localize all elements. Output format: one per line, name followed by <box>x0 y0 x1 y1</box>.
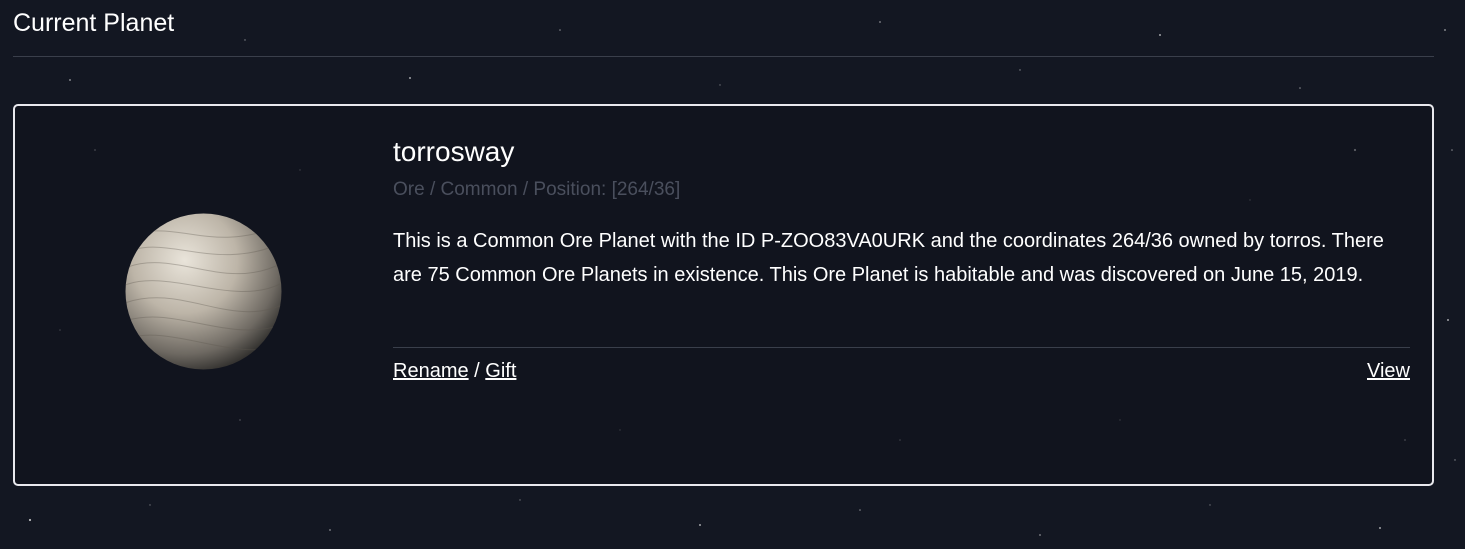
gift-link[interactable]: Gift <box>485 360 516 382</box>
rename-link[interactable]: Rename <box>393 360 469 382</box>
view-action: View <box>1367 360 1410 383</box>
planet-description: This is a Common Ore Planet with the ID … <box>393 230 1384 286</box>
planet-meta: Ore / Common / Position: [264/36] <box>393 179 681 200</box>
title-divider <box>13 56 1434 57</box>
planet-actions: Rename / Gift <box>393 360 516 383</box>
view-link[interactable]: View <box>1367 360 1410 382</box>
ore-planet-image <box>125 213 282 370</box>
section-title: Current Planet <box>13 9 175 37</box>
card-divider <box>393 347 1410 348</box>
planet-name: torrosway <box>393 136 515 167</box>
action-separator: / <box>474 360 480 382</box>
planet-card: torrosway Ore / Common / Position: [264/… <box>13 104 1434 486</box>
